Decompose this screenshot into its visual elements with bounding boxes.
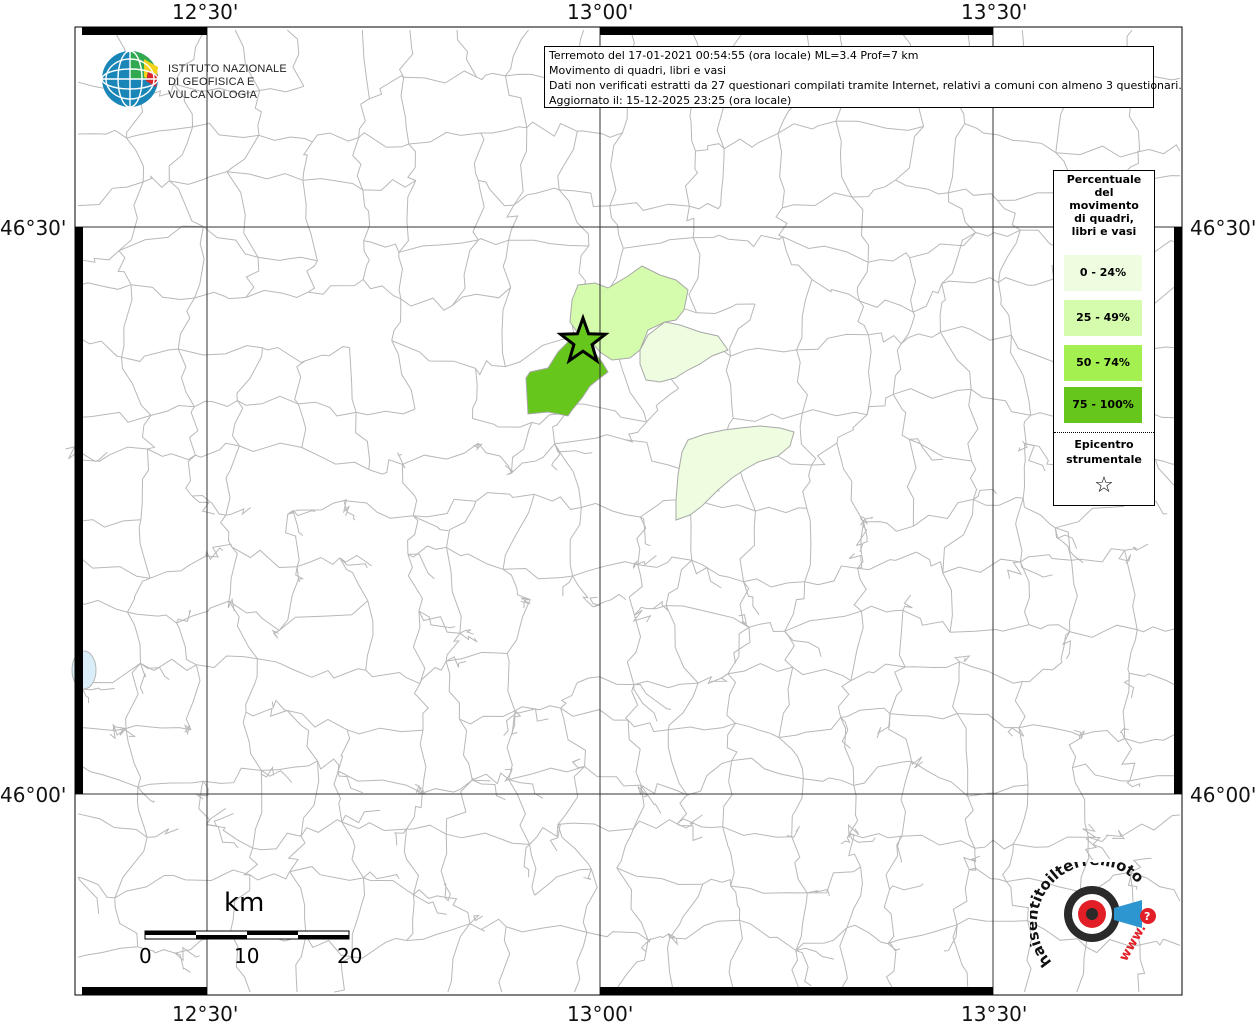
right-lat-label-1: 46°30' [1190, 216, 1256, 240]
scale-tick-20: 20 [337, 944, 363, 968]
legend-star-icon: ☆ [1094, 473, 1114, 498]
top-lon-label-3: 13°30' [961, 0, 1028, 24]
legend-title: Percentuale del movimento di quadri, lib… [1066, 173, 1142, 238]
legend: Percentuale del movimento di quadri, lib… [1053, 170, 1155, 506]
scale-bar: km 0 10 20 [130, 888, 390, 968]
right-lat-label-2: 46°00' [1190, 783, 1256, 807]
ingv-name-line2: DI GEOFISICA E VULCANOLOGIA [168, 76, 258, 101]
scale-unit: km [224, 888, 265, 918]
left-lat-label-2: 46°00' [0, 783, 67, 807]
top-lon-label-1: 12°30' [172, 0, 239, 24]
bottom-lon-label-3: 13°30' [961, 1002, 1028, 1026]
event-title: Terremoto del 17-01-2021 00:54:55 (ora l… [549, 49, 919, 62]
bottom-lon-label-1: 12°30' [172, 1002, 239, 1026]
scale-tick-10: 10 [234, 944, 260, 968]
left-lat-label-1: 46°30' [0, 216, 67, 240]
legend-class-4: 75 - 100% [1064, 387, 1142, 423]
event-info-box: Terremoto del 17-01-2021 00:54:55 (ora l… [544, 46, 1182, 108]
map-area [75, 27, 1182, 995]
top-lon-label-2: 13°00' [567, 0, 634, 24]
scale-tick-0: 0 [139, 944, 152, 968]
svg-text:?: ? [1144, 910, 1150, 923]
event-updated: Aggiornato il: 15-12-2025 23:25 (ora loc… [549, 94, 792, 107]
legend-separator [1054, 432, 1154, 433]
seismic-target-icon: haisentitoilterremoto.it ? www. [1023, 848, 1156, 971]
legend-class-3: 50 - 74% [1064, 345, 1142, 381]
brand-www: www. [1116, 922, 1149, 964]
legend-class-1: 0 - 24% [1064, 255, 1142, 291]
ingv-logo: ISTITUTO NAZIONALE DI GEOFISICA E VULCAN… [100, 47, 320, 111]
legend-class-2: 25 - 49% [1064, 300, 1142, 336]
legend-epicenter-label: Epicentro strumentale [1066, 438, 1142, 466]
globe-icon [101, 50, 159, 108]
event-parameter: Movimento di quadri, libri e vasi [549, 64, 727, 77]
bottom-lon-label-2: 13°00' [567, 1002, 634, 1026]
event-data-note: Dati non verificati estratti da 27 quest… [549, 79, 1182, 92]
haisentito-logo: haisentitoilterremoto.it ? www. [1023, 848, 1170, 982]
ingv-name-line1: ISTITUTO NAZIONALE [168, 63, 287, 75]
